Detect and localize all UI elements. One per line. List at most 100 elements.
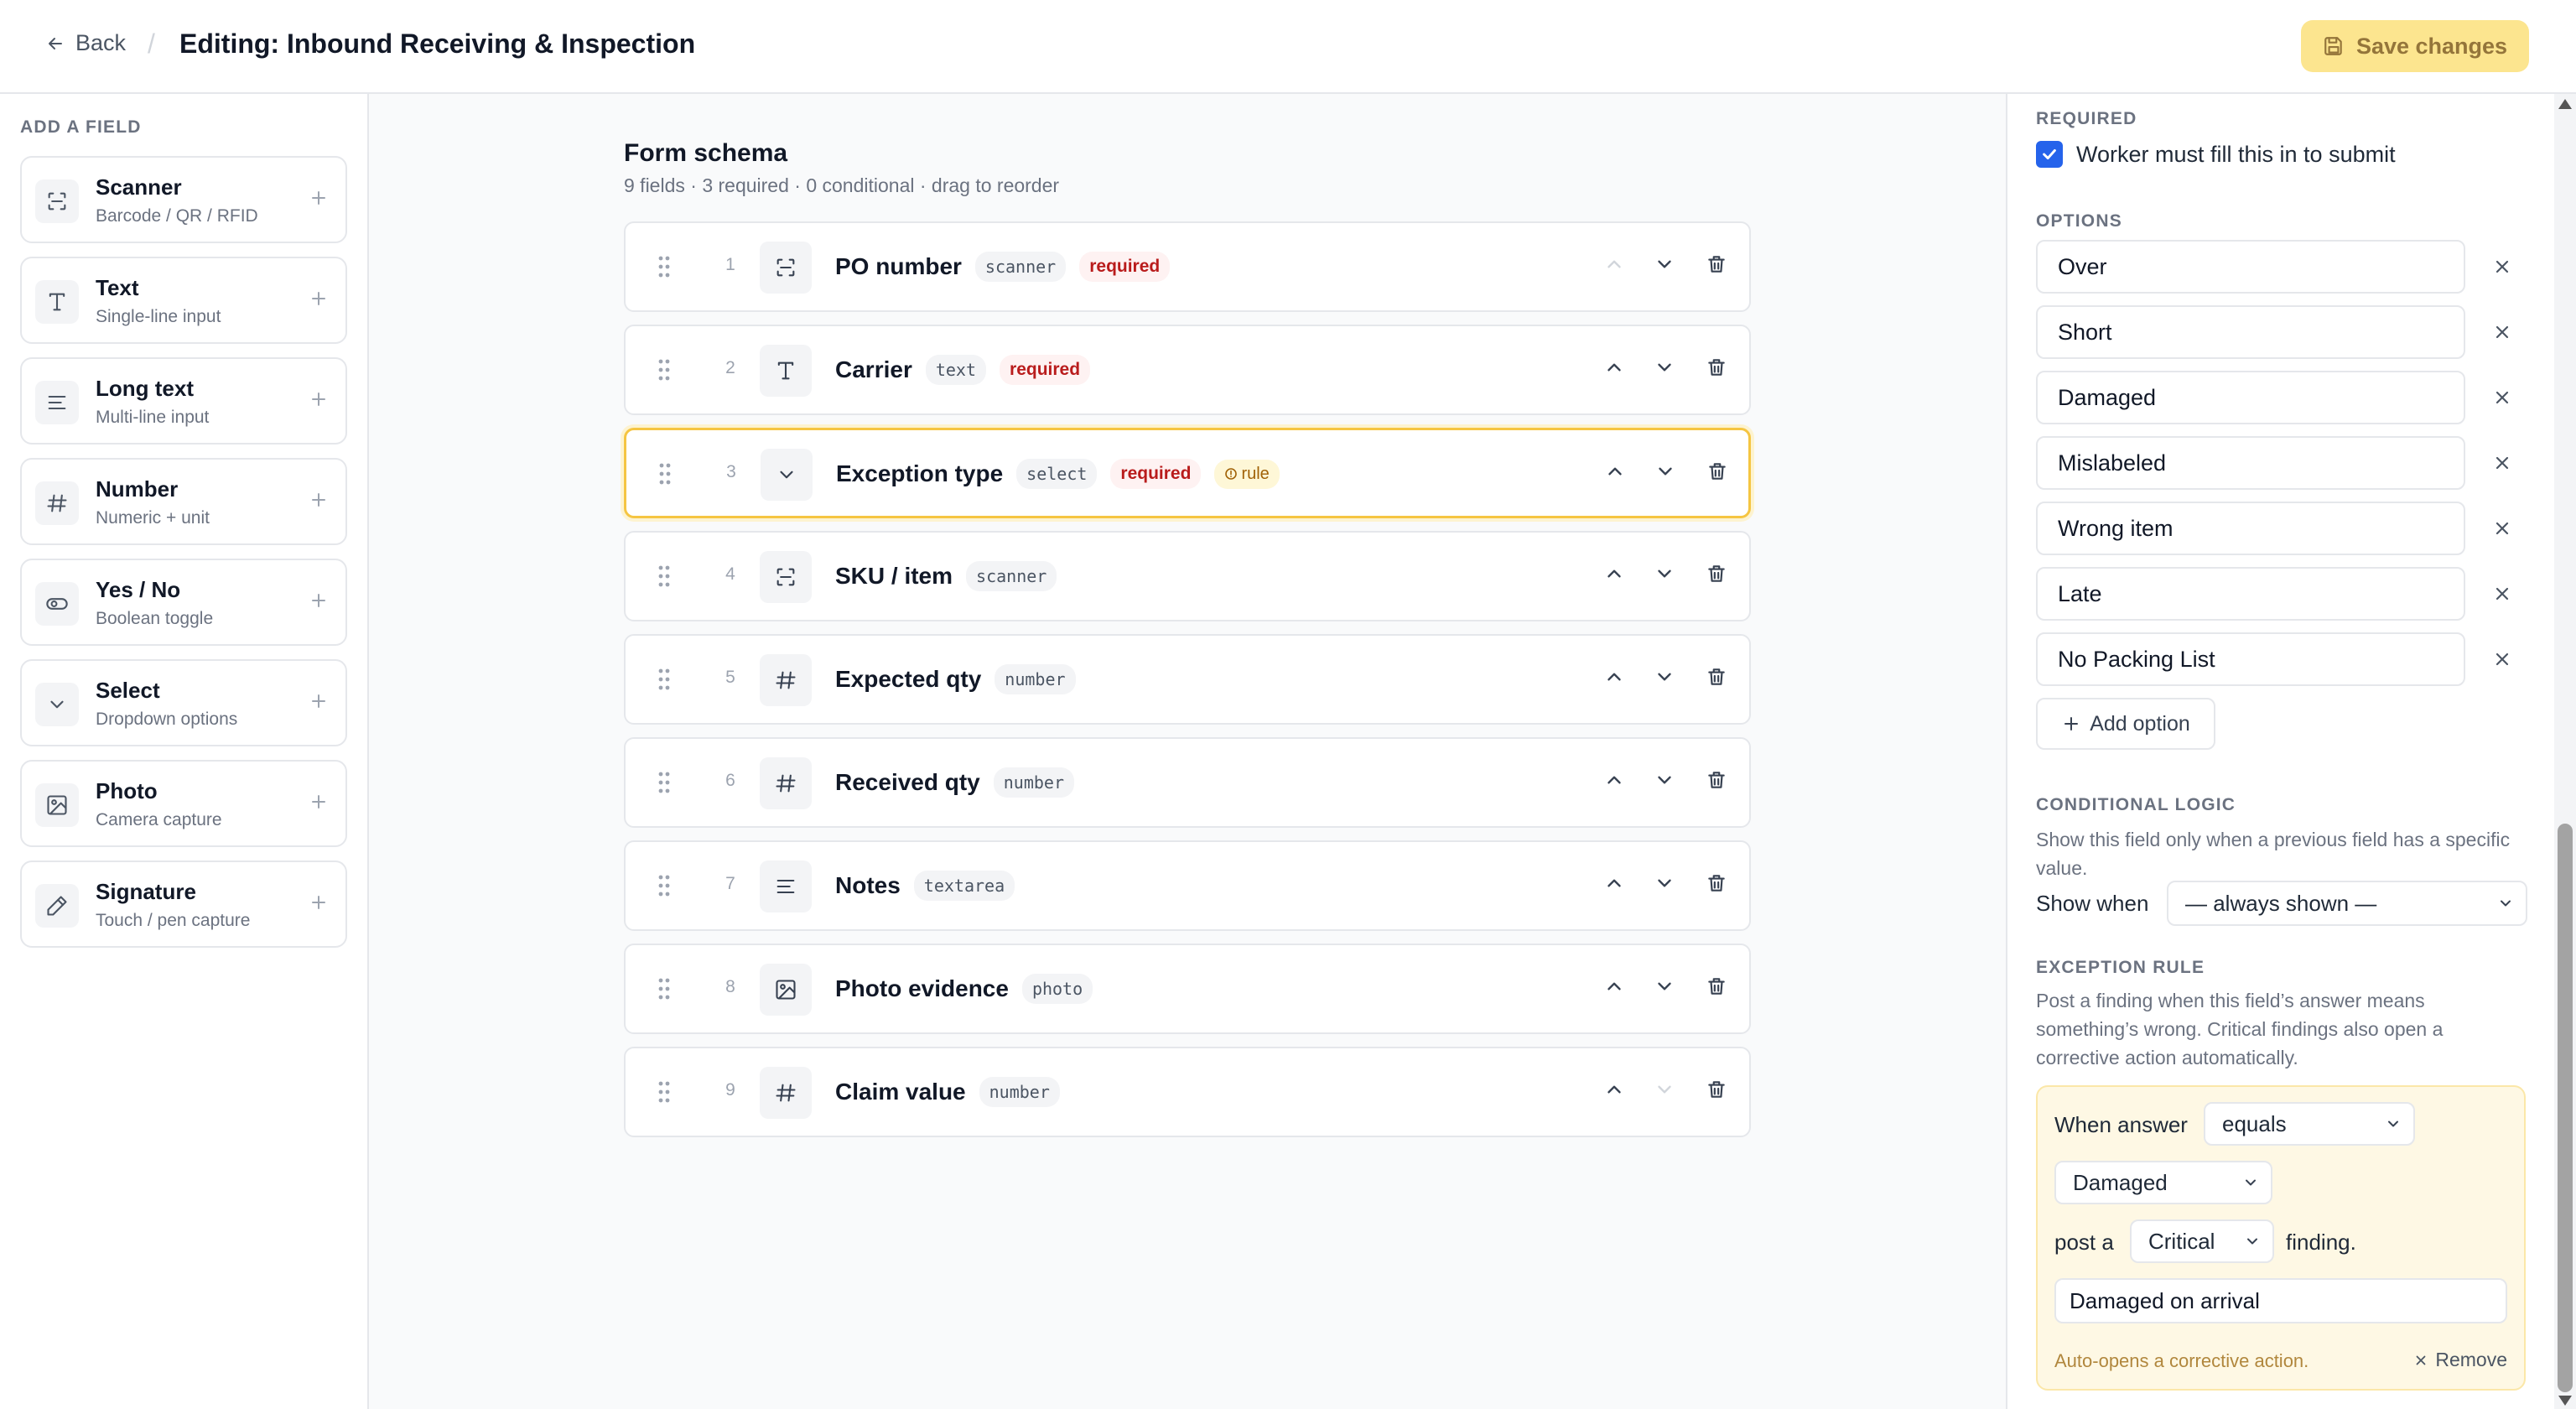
required-toggle[interactable]: Worker must fill this in to submit [2036,141,2396,168]
move-up-icon[interactable] [1603,872,1625,894]
move-down-icon[interactable] [1654,356,1675,378]
option-input[interactable]: Wrong item [2036,502,2465,555]
plus-icon[interactable] [309,188,329,208]
move-down-icon[interactable] [1654,666,1675,688]
field-row[interactable]: 3 Exception type select required rule [624,428,1751,518]
option-input[interactable]: Late [2036,567,2465,621]
palette-item-text[interactable]: Text Single-line input [20,257,347,344]
save-icon [2323,35,2345,57]
plus-icon[interactable] [309,590,329,611]
trash-icon[interactable] [1706,1079,1727,1100]
move-up-icon[interactable] [1603,666,1625,688]
back-button[interactable]: Back [45,30,126,56]
remove-option-icon[interactable] [2492,649,2512,669]
option-input[interactable]: Over [2036,240,2465,294]
trash-icon[interactable] [1706,356,1727,378]
field-row[interactable]: 1 PO number scanner required [624,221,1751,312]
option-input[interactable]: Damaged [2036,371,2465,424]
palette-item-photo[interactable]: Photo Camera capture [20,760,347,847]
drag-handle-icon[interactable] [656,1080,673,1104]
trash-icon[interactable] [1706,769,1727,791]
palette-item-scanner[interactable]: Scanner Barcode / QR / RFID [20,156,347,243]
field-row[interactable]: 9 Claim value number [624,1047,1751,1137]
move-down-icon[interactable] [1654,872,1675,894]
field-row[interactable]: 4 SKU / item scanner [624,531,1751,621]
option-input[interactable]: Mislabeled [2036,436,2465,490]
required-checkbox[interactable] [2036,141,2063,168]
scroll-down-arrow[interactable] [2558,1396,2572,1406]
field-row[interactable]: 6 Received qty number [624,737,1751,828]
plus-icon[interactable] [309,691,329,711]
plus-icon[interactable] [309,289,329,309]
drag-handle-icon[interactable] [656,668,673,691]
palette-item-signature[interactable]: Signature Touch / pen capture [20,860,347,948]
plus-icon[interactable] [309,892,329,912]
drag-handle-icon[interactable] [656,977,673,1001]
palette-item-yes-no[interactable]: Yes / No Boolean toggle [20,559,347,646]
drag-handle-icon[interactable] [656,358,673,382]
move-up-icon[interactable] [1603,253,1625,275]
field-row[interactable]: 7 Notes textarea [624,840,1751,931]
scroll-up-arrow[interactable] [2558,99,2572,109]
palette-item-select[interactable]: Select Dropdown options [20,659,347,746]
severity-select[interactable]: Critical [2130,1219,2274,1263]
move-down-icon[interactable] [1654,975,1675,997]
add-option-button[interactable]: Add option [2036,698,2215,750]
palette-item-name: Photo [96,778,158,803]
remove-option-icon[interactable] [2492,387,2512,408]
palette-item-number[interactable]: Number Numeric + unit [20,458,347,545]
move-down-icon[interactable] [1654,1079,1675,1100]
drag-handle-icon[interactable] [656,255,673,278]
remove-option-icon[interactable] [2492,257,2512,277]
drag-handle-icon[interactable] [656,771,673,794]
trash-icon[interactable] [1706,872,1727,894]
move-up-icon[interactable] [1603,769,1625,791]
remove-option-icon[interactable] [2492,584,2512,604]
plus-icon[interactable] [309,389,329,409]
trash-icon[interactable] [1706,460,1728,482]
finding-title-input[interactable]: Damaged on arrival [2054,1278,2507,1323]
text-icon [35,280,79,324]
text-icon [760,345,812,397]
move-down-icon[interactable] [1654,460,1676,482]
field-meta: Photo evidence photo [835,945,1093,1032]
option-input[interactable]: Short [2036,305,2465,359]
move-up-icon[interactable] [1603,563,1625,585]
scrollbar-thumb[interactable] [2558,824,2573,1392]
check-icon [2043,148,2056,160]
pen-icon [35,884,79,928]
drag-handle-icon[interactable] [657,462,673,486]
field-number: 5 [725,668,735,687]
plus-icon[interactable] [309,490,329,510]
lines-icon [760,860,812,912]
field-row[interactable]: 5 Expected qty number [624,634,1751,725]
save-changes-button[interactable]: Save changes [2301,20,2529,72]
arrow-left-icon [45,34,65,54]
plus-icon[interactable] [309,792,329,812]
move-down-icon[interactable] [1654,253,1675,275]
drag-handle-icon[interactable] [656,564,673,588]
move-down-icon[interactable] [1654,769,1675,791]
field-row[interactable]: 8 Photo evidence photo [624,944,1751,1034]
drag-handle-icon[interactable] [656,874,673,897]
show-when-select[interactable]: — always shown — [2167,881,2527,926]
trash-icon[interactable] [1706,975,1727,997]
value-select[interactable]: Damaged [2054,1161,2272,1204]
trash-icon[interactable] [1706,666,1727,688]
remove-rule-button[interactable]: Remove [2413,1349,2507,1371]
remove-option-icon[interactable] [2492,453,2512,473]
move-up-icon[interactable] [1604,460,1626,482]
remove-option-icon[interactable] [2492,518,2512,538]
move-up-icon[interactable] [1603,975,1625,997]
remove-option-icon[interactable] [2492,322,2512,342]
trash-icon[interactable] [1706,253,1727,275]
panel-scrollbar[interactable] [2554,94,2576,1409]
field-row[interactable]: 2 Carrier text required [624,325,1751,415]
move-up-icon[interactable] [1603,356,1625,378]
move-down-icon[interactable] [1654,563,1675,585]
option-input[interactable]: No Packing List [2036,632,2465,686]
trash-icon[interactable] [1706,563,1727,585]
operator-select[interactable]: equals [2204,1102,2415,1146]
palette-item-long-text[interactable]: Long text Multi-line input [20,357,347,445]
move-up-icon[interactable] [1603,1079,1625,1100]
